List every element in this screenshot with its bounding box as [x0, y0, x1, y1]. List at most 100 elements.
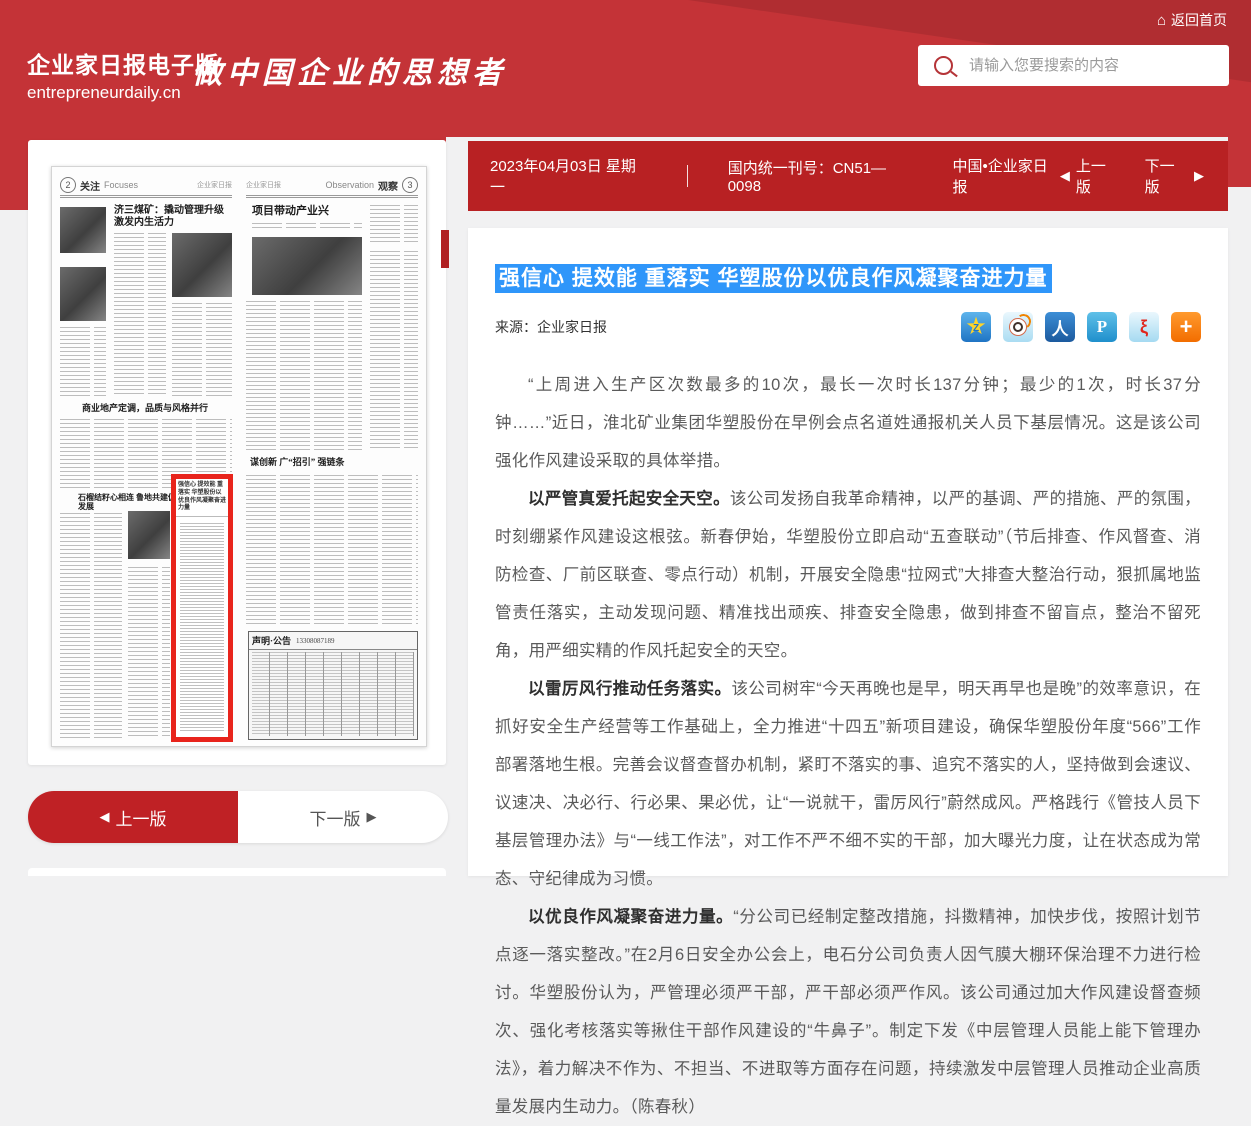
page-3-photo: [252, 237, 362, 295]
page-2-number-badge: 2: [60, 177, 76, 193]
issue-number: 国内统一刊号：CN51—0098: [728, 157, 915, 195]
page-3-section-en: Observation: [325, 180, 374, 190]
notice-title: 声明·公告: [252, 634, 291, 647]
share-qzone-icon[interactable]: ★ Z: [961, 312, 991, 342]
site-domain: entrepreneurdaily.cn: [27, 83, 219, 103]
article-panel: 强信心 提效能 重落实 华塑股份以优良作风凝聚奋进力量 来源：企业家日报 ★ Z…: [468, 228, 1228, 876]
renren-glyph: 人: [1052, 315, 1069, 340]
pengyou-glyph: P: [1097, 317, 1107, 337]
page-2-header: 2 关注 Focuses 企业家日报: [60, 175, 232, 198]
page-3-number-badge: 3: [402, 177, 418, 193]
prev-page-arrow-icon[interactable]: ◀: [1060, 168, 1070, 184]
prev-button-label: 上一版: [116, 805, 167, 830]
highlighted-article-title: 强信心 提效能 重落实 华塑股份以优良作风凝聚奋进力量: [176, 479, 228, 517]
page-2-text-block: [172, 303, 232, 397]
home-link[interactable]: ⌂ 返回首页: [1157, 10, 1227, 30]
prev-page-link[interactable]: 上一版: [1076, 155, 1119, 197]
prev-arrow-icon: ◀: [100, 809, 110, 825]
site-logo[interactable]: 企业家日报电子版 entrepreneurdaily.cn: [27, 46, 219, 103]
article-title[interactable]: 强信心 提效能 重落实 华塑股份以优良作风凝聚奋进力量: [495, 264, 1052, 293]
next-page-link[interactable]: 下一版: [1145, 155, 1188, 197]
article-paragraph: 以严管真爱托起安全天空。该公司发扬自我革命精神，以严的基调、严的措施、严的氛围，…: [495, 480, 1201, 670]
page-2-photo: [60, 207, 106, 253]
page-2-photo: [60, 267, 106, 321]
article-source: 来源：企业家日报: [495, 317, 607, 337]
home-link-label: 返回首页: [1171, 12, 1227, 28]
page-3-headline-1: 项目带动产业兴: [252, 205, 362, 218]
paragraph-text: 该公司树牢“今天再晚也是早，明天再早也是晚”的效率意识，在抓好安全生产经营等工作…: [495, 680, 1201, 888]
page-3-side-headline: [370, 205, 418, 245]
page-2-headline-3: 石榴结籽心相连 鲁地共建促发展: [78, 493, 178, 511]
page-3-masthead: 企业家日报: [246, 180, 281, 190]
page: 企业家日报电子版 entrepreneurdaily.cn 做中国企业的思想者 …: [0, 0, 1251, 876]
notice-title-row: 声明·公告 13308087189: [249, 632, 417, 650]
next-page-button[interactable]: 下一版 ▶: [238, 791, 448, 843]
article-body: “上周进入生产区次数最多的10次，最长一次时长137分钟；最少的1次，时长37分…: [495, 366, 1201, 1126]
page-3-subhead-line: [252, 223, 362, 231]
highlighted-article-text: [180, 523, 224, 733]
page-3-text-block: [246, 301, 362, 451]
site-header: 企业家日报电子版 entrepreneurdaily.cn 做中国企业的思想者 …: [0, 0, 1251, 137]
page-2-section-en: Focuses: [104, 180, 138, 190]
qzone-letter-glyph: Z: [973, 323, 979, 334]
issue-date: 2023年04月03日 星期一: [490, 155, 647, 197]
paragraph-text: 该公司发扬自我革命精神，以严的基调、严的措施、严的氛围，时刻绷紧作风建设这根弦。…: [495, 490, 1201, 660]
current-article-highlight[interactable]: 强信心 提效能 重落实 华塑股份以优良作风凝聚奋进力量: [171, 474, 233, 742]
page-pager: ◀ 上一版 下一版 ▶: [28, 791, 448, 843]
issue-page-nav: ◀ 上一版 下一版 ▶: [1060, 155, 1204, 197]
share-pengyou-icon[interactable]: P: [1087, 312, 1117, 342]
page-2-headline-1: 济三煤矿：撬动管理升级 激发内生活力: [114, 205, 232, 228]
share-renren-icon[interactable]: 人: [1045, 312, 1075, 342]
site-title: 企业家日报电子版: [27, 46, 219, 80]
page-2-masthead: 企业家日报: [197, 180, 232, 190]
article-paragraph: “上周进入生产区次数最多的10次，最长一次时长137分钟；最少的1次，时长37分…: [495, 366, 1201, 480]
page-3-text-block: [370, 251, 418, 451]
paragraph-text: “上周进入生产区次数最多的10次，最长一次时长137分钟；最少的1次，时长37分…: [495, 376, 1201, 470]
article-paragraph: 以雷厉风行推动任务落实。该公司树牢“今天再晚也是早，明天再早也是晚”的效率意识，…: [495, 670, 1201, 898]
share-sina-weibo-icon[interactable]: [1003, 312, 1033, 342]
next-arrow-icon: ▶: [367, 809, 377, 825]
paragraph-lead: 以严管真爱托起安全天空。: [528, 490, 730, 508]
panel-edge-marker: [441, 230, 449, 268]
page-3-section: 观察: [378, 178, 398, 193]
issue-bar: 2023年04月03日 星期一 国内统一刊号：CN51—0098 中国•企业家日…: [468, 141, 1228, 211]
share-tencent-weibo-icon[interactable]: ξ: [1129, 312, 1159, 342]
more-plus-glyph: +: [1180, 314, 1193, 340]
page-2-section: 关注: [80, 178, 100, 193]
paragraph-lead: 以雷厉风行推动任务落实。: [528, 680, 731, 698]
article-paragraph: 以优良作风凝聚奋进力量。“分公司已经制定整改措施，抖擞精神，加快步伐，按照计划节…: [495, 898, 1201, 1126]
next-button-label: 下一版: [310, 805, 361, 830]
next-page-arrow-icon[interactable]: ▶: [1194, 168, 1204, 184]
page-3-header: 3 观察 Observation 企业家日报: [246, 175, 418, 198]
tencent-weibo-glyph: ξ: [1140, 317, 1148, 338]
search-icon: [934, 56, 953, 75]
search-input[interactable]: [967, 56, 1229, 75]
page-3-text-block: [246, 475, 418, 625]
search-bar[interactable]: [918, 45, 1229, 86]
page-2-headline-2: 商业地产定调，品质与风格并行: [82, 403, 232, 413]
home-icon: ⌂: [1157, 12, 1166, 29]
share-more-icon[interactable]: +: [1171, 312, 1201, 342]
notice-ad-box: 声明·公告 13308087189: [248, 631, 418, 740]
paragraph-text: “分公司已经制定整改措施，抖擞精神，加快步伐，按照计划节点逐一落实整改。”在2月…: [495, 908, 1201, 1116]
page-2-text-block: [114, 233, 166, 397]
page-2-text-block: [60, 327, 106, 397]
paper-name: 中国•企业家日报: [952, 155, 1059, 197]
newspaper-spread-thumbnail[interactable]: 2 关注 Focuses 企业家日报 济三煤矿：撬动管理升级 激发内生活力 商业…: [51, 166, 427, 747]
page-2-text-block: [128, 567, 170, 738]
thumb-page-3: 3 观察 Observation 企业家日报 项目带动产业兴 谋创新 广“招引”…: [246, 175, 418, 738]
header-right-extension: [1228, 137, 1251, 187]
page-2-photo: [128, 511, 170, 559]
share-toolbar: ★ Z 人 P ξ +: [961, 312, 1201, 342]
page-2-photo: [172, 233, 232, 297]
site-slogan: 做中国企业的思想者: [192, 48, 507, 92]
next-panel-stub: [28, 868, 446, 876]
paragraph-lead: 以优良作风凝聚奋进力量。: [528, 908, 733, 926]
page-preview-panel: 2 关注 Focuses 企业家日报 济三煤矿：撬动管理升级 激发内生活力 商业…: [28, 140, 446, 765]
page-2-text-block: [60, 513, 122, 738]
notice-phone: 13308087189: [296, 637, 335, 645]
prev-page-button[interactable]: ◀ 上一版: [28, 791, 238, 843]
weibo-eye-glyph: [1009, 318, 1027, 336]
notice-columns: [252, 652, 414, 736]
issue-divider: [687, 165, 688, 187]
